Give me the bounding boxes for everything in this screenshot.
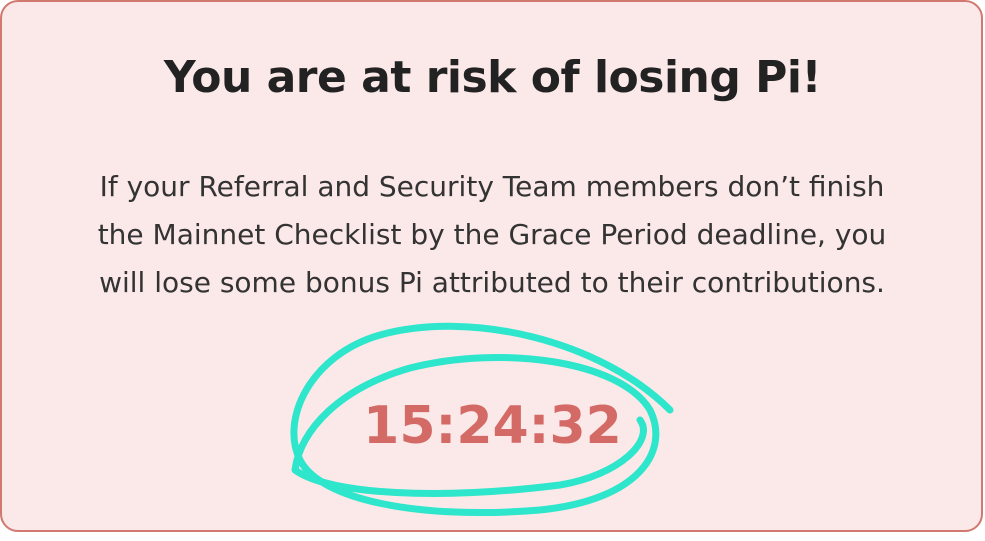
warning-title: You are at risk of losing Pi!: [163, 52, 822, 103]
countdown-timer: 15:24:32: [363, 396, 622, 456]
warning-message: If your Referral and Security Team membe…: [97, 170, 887, 299]
